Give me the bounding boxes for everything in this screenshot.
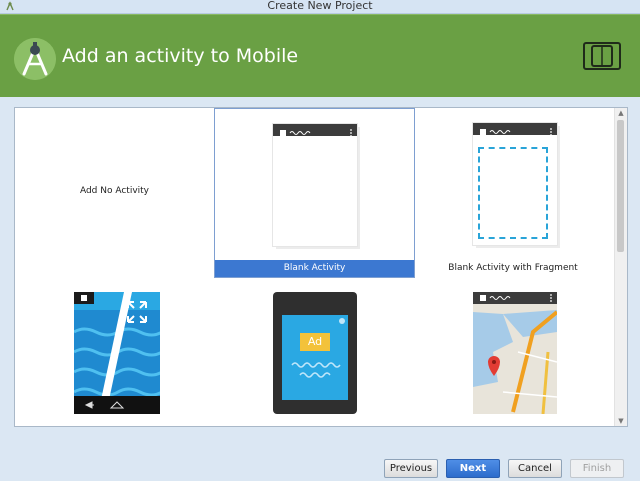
previous-button[interactable]: Previous — [384, 459, 438, 478]
android-studio-logo-icon — [14, 38, 56, 80]
scroll-down-icon[interactable]: ▼ — [617, 417, 625, 425]
fragment-placeholder — [478, 147, 548, 239]
blank-activity-preview — [273, 124, 357, 246]
ad-activity-preview: Ad — [273, 292, 357, 414]
tile-blank-activity[interactable]: Blank Activity — [214, 108, 415, 278]
action-bar — [473, 123, 557, 136]
tile-label: Blank Activity with Fragment — [448, 263, 578, 273]
tile-admob-activity[interactable]: Ad — [214, 288, 413, 426]
maps-activity-preview — [473, 292, 557, 414]
action-bar-icon — [280, 129, 352, 137]
scroll-up-icon[interactable]: ▲ — [617, 109, 625, 117]
tile-maps-activity[interactable] — [413, 288, 613, 426]
window-titlebar: Create New Project — [0, 0, 640, 14]
wizard-header: Add an activity to Mobile — [0, 14, 640, 98]
next-button[interactable]: Next — [446, 459, 500, 478]
wave-lines — [291, 362, 341, 378]
fullscreen-activity-preview — [74, 292, 160, 414]
cancel-button[interactable]: Cancel — [508, 459, 562, 478]
page-title: Add an activity to Mobile — [62, 45, 299, 67]
activity-gallery[interactable]: Add No Activity Blank Activity Blank Act… — [14, 107, 628, 427]
fragment-preview — [473, 123, 557, 245]
mobile-device-icon — [583, 42, 621, 70]
ad-badge: Ad — [300, 333, 330, 351]
finish-button[interactable]: Finish — [570, 459, 624, 478]
gallery-scrollbar[interactable]: ▲ ▼ — [614, 108, 627, 426]
tile-label: Blank Activity — [215, 260, 414, 277]
action-bar-icon — [480, 128, 552, 136]
tile-add-no-activity[interactable]: Add No Activity — [15, 108, 214, 276]
tile-fullscreen-activity[interactable] — [15, 288, 214, 426]
tile-blank-activity-fragment[interactable]: Blank Activity with Fragment — [413, 108, 613, 276]
window-title: Create New Project — [267, 0, 373, 12]
scroll-thumb[interactable] — [617, 120, 624, 252]
tile-label: Add No Activity — [79, 186, 150, 196]
action-bar — [273, 124, 357, 137]
wizard-content: Add No Activity Blank Activity Blank Act… — [0, 97, 640, 481]
ad-panel: Ad — [282, 315, 348, 400]
ad-info-icon — [339, 318, 345, 324]
